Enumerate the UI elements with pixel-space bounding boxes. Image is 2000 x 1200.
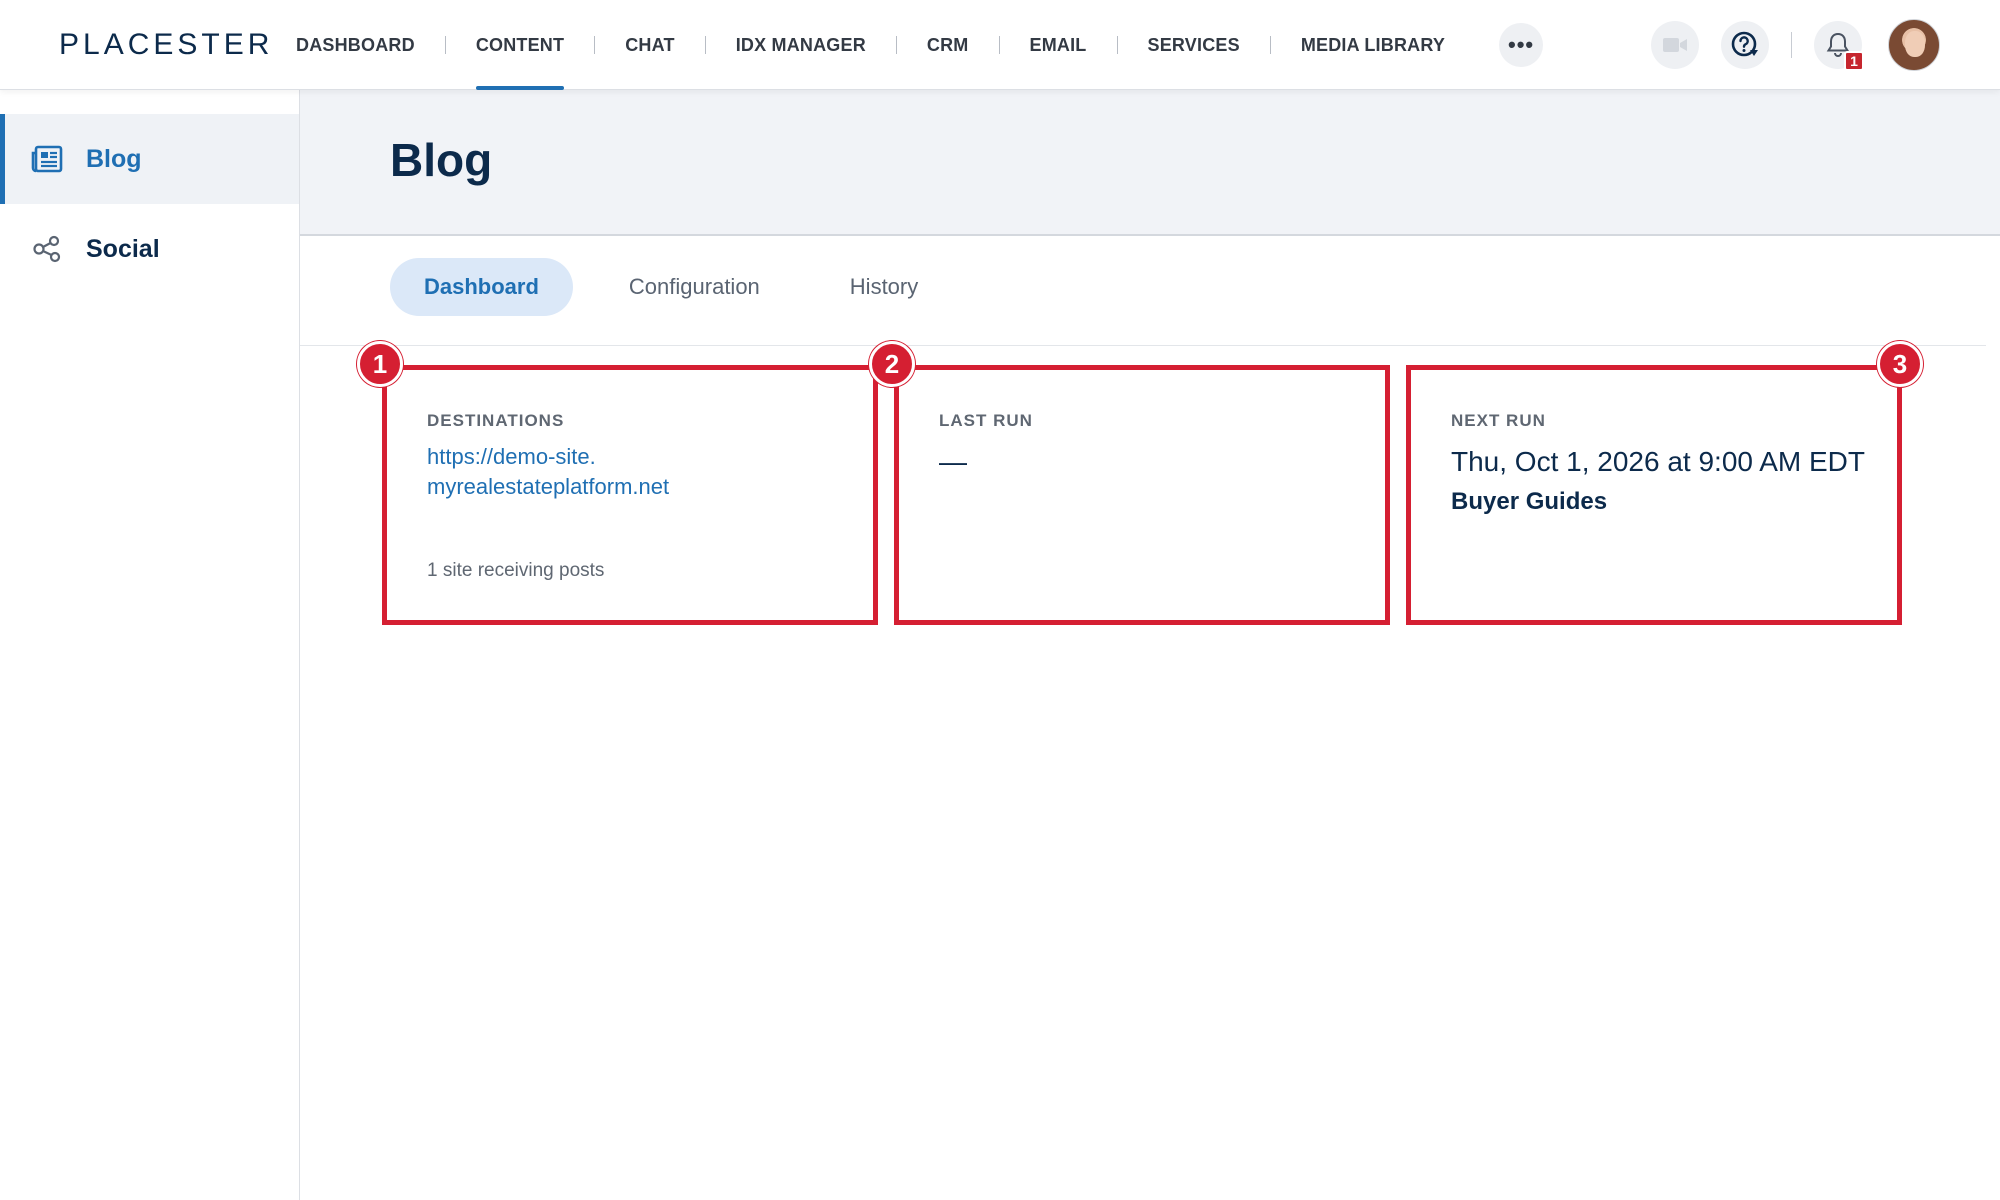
nav-item-services[interactable]: SERVICES	[1118, 0, 1270, 90]
help-button[interactable]	[1721, 21, 1769, 69]
top-navigation-bar: PLACESTER DASHBOARD CONTENT CHAT IDX MAN…	[0, 0, 2000, 90]
tab-history[interactable]: History	[816, 258, 952, 316]
card-label: LAST RUN	[939, 411, 1033, 430]
newspaper-icon	[30, 142, 64, 176]
sidebar-item-label: Social	[86, 234, 160, 263]
page-title: Blog	[390, 134, 493, 186]
nav-item-email[interactable]: EMAIL	[1000, 0, 1117, 90]
help-icon	[1730, 30, 1760, 60]
annotation-marker-3: 3	[1877, 341, 1923, 387]
notification-count-badge: 1	[1844, 51, 1864, 71]
sidebar-item-social[interactable]: Social	[0, 204, 299, 294]
video-camera-icon	[1662, 36, 1688, 54]
card-label: DESTINATIONS	[427, 411, 565, 430]
nav-item-content[interactable]: CONTENT	[446, 0, 594, 90]
top-right-actions: 1	[1651, 19, 1940, 71]
video-button[interactable]	[1651, 21, 1699, 69]
tab-dashboard[interactable]: Dashboard	[390, 258, 573, 316]
sidebar-item-label: Blog	[86, 144, 142, 173]
card-label: NEXT RUN	[1451, 411, 1546, 430]
sidebar: Blog Social	[0, 90, 300, 1200]
destination-url-line-2: myrealestateplatform.net	[427, 474, 670, 499]
nav-item-crm[interactable]: CRM	[897, 0, 999, 90]
destination-url-line-1: https://demo-site.	[427, 444, 596, 469]
more-dots-icon[interactable]: •••	[1499, 23, 1544, 67]
next-run-card: NEXT RUN Thu, Oct 1, 2026 at 9:00 AM EDT…	[1406, 365, 1902, 625]
annotation-marker-2: 2	[869, 341, 915, 387]
destinations-count-text: 1 site receiving posts	[427, 560, 605, 581]
next-run-date: Thu, Oct 1, 2026 at 9:00 AM EDT	[1451, 446, 1865, 477]
tabs-divider	[300, 345, 1986, 346]
next-run-topic: Buyer Guides	[1451, 488, 1608, 515]
sidebar-item-blog[interactable]: Blog	[0, 114, 299, 204]
share-icon	[30, 232, 64, 266]
page-header: Blog	[300, 90, 2000, 236]
toolbar-separator	[1791, 32, 1792, 58]
destinations-card: DESTINATIONS https://demo-site. myreales…	[382, 365, 878, 625]
last-run-value: —	[939, 446, 967, 477]
last-run-card: LAST RUN —	[894, 365, 1390, 625]
nav-item-chat[interactable]: CHAT	[595, 0, 704, 90]
nav-item-dashboard[interactable]: DASHBOARD	[296, 0, 445, 90]
nav-item-idx-manager[interactable]: IDX MANAGER	[706, 0, 896, 90]
tab-bar: Dashboard Configuration History	[390, 258, 974, 316]
brand-logo[interactable]: PLACESTER	[59, 30, 273, 60]
tab-configuration[interactable]: Configuration	[595, 258, 794, 316]
avatar-face	[1905, 31, 1925, 57]
main-nav: DASHBOARD CONTENT CHAT IDX MANAGER CRM E…	[296, 0, 1544, 90]
destination-url-link[interactable]: https://demo-site. myrealestateplatform.…	[427, 442, 843, 502]
nav-item-media-library[interactable]: MEDIA LIBRARY	[1271, 0, 1475, 90]
annotation-marker-1: 1	[357, 341, 403, 387]
avatar[interactable]	[1888, 19, 1940, 71]
notifications-button[interactable]: 1	[1814, 21, 1864, 71]
